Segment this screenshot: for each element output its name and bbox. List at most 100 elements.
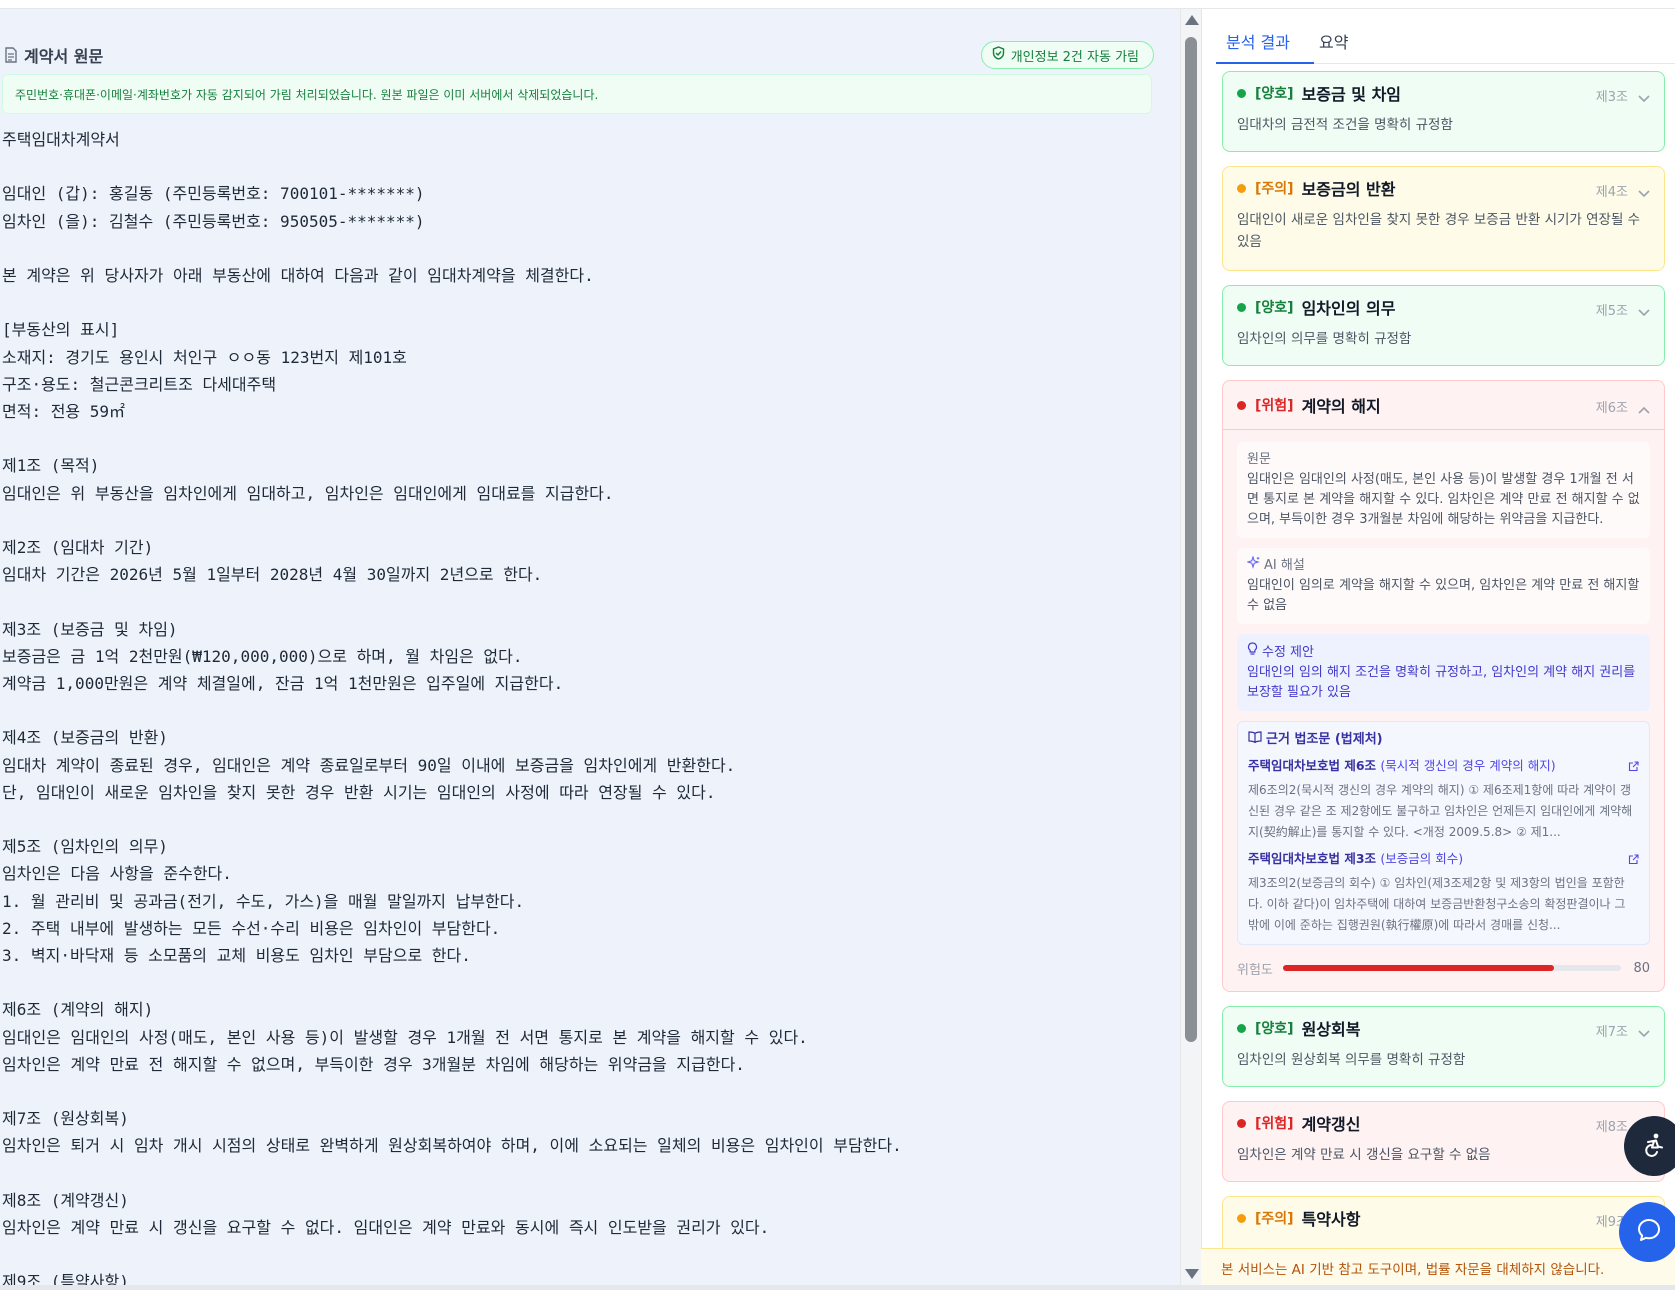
contract-blank-line bbox=[2, 1241, 1162, 1268]
contract-line: 제7조 (원상회복) bbox=[2, 1109, 129, 1129]
article-number: 제4조 bbox=[1595, 185, 1628, 200]
clause-card-6[interactable]: [위험] 계약의 해지 제6조 원문 임대인은 임대인의 사정(매도, 본인 사… bbox=[1222, 380, 1665, 992]
scroll-up-arrow-icon[interactable] bbox=[1185, 15, 1199, 25]
chat-icon bbox=[1636, 1217, 1662, 1247]
sparkle-icon bbox=[1246, 555, 1260, 576]
law-body: 제6조의2(묵시적 갱신의 경우 계약의 해지) ① 제6조제1항에 따라 계약… bbox=[1248, 783, 1633, 839]
bottom-bar bbox=[0, 1285, 1675, 1290]
article-number: 제3조 bbox=[1595, 90, 1628, 105]
clause-card-header[interactable]: [양호] 보증금 및 차임 제3조 bbox=[1223, 72, 1664, 114]
law-name[interactable]: 주택임대차보호법 제3조 bbox=[1248, 851, 1376, 866]
clause-title: 보증금의 반환 bbox=[1301, 180, 1396, 199]
contract-line: 단, 임대인이 새로운 임차인을 찾지 못한 경우 반환 시기는 임대인의 사정… bbox=[2, 782, 716, 802]
risk-bar bbox=[1282, 965, 1622, 971]
original-text: 임대인은 임대인의 사정(매도, 본인 사용 등)이 발생할 경우 1개월 전 … bbox=[1247, 472, 1640, 527]
clause-description: 임대차의 금전적 조건을 명확히 규정함 bbox=[1237, 117, 1453, 133]
risk-bar-fill bbox=[1282, 965, 1554, 971]
contract-scrollbar[interactable] bbox=[1180, 9, 1201, 1285]
status-dot bbox=[1237, 1023, 1246, 1033]
tab-summary[interactable]: 요약 bbox=[1319, 29, 1348, 53]
clause-card-7[interactable]: [양호] 원상회복 제7조 임차인의 원상회복 의무를 명확히 규정함 bbox=[1222, 1006, 1665, 1087]
accessibility-button[interactable] bbox=[1624, 1116, 1675, 1176]
suggestion-text: 임대인의 임의 해지 조건을 명확히 규정하고, 임차인의 계약 해지 권리를 … bbox=[1247, 665, 1636, 700]
clause-card-8[interactable]: [위험] 계약갱신 제8조 임차인은 계약 만료 시 갱신을 요구할 수 없음 bbox=[1222, 1101, 1665, 1182]
ai-label: AI 해설 bbox=[1246, 555, 1640, 576]
risk-score: 위험도 80 bbox=[1237, 955, 1650, 981]
original-text-box: 원문 임대인은 임대인의 사정(매도, 본인 사용 등)이 발생할 경우 1개월… bbox=[1237, 442, 1650, 538]
chevron-up-icon[interactable] bbox=[1638, 399, 1650, 418]
suggestion-label: 수정 제안 bbox=[1247, 642, 1640, 663]
contract-line: 2. 주택 내부에 발생하는 모든 수선·수리 비용은 임차인이 부담한다. bbox=[2, 918, 501, 938]
clause-card-header[interactable]: [위험] 계약갱신 제8조 bbox=[1223, 1102, 1664, 1144]
external-link-icon[interactable] bbox=[1628, 758, 1639, 778]
status-tag: [양호] bbox=[1255, 1021, 1294, 1037]
document-icon bbox=[4, 47, 18, 63]
clause-description: 임대인이 새로운 임차인을 찾지 못한 경우 보증금 반환 시기가 연장될 수 … bbox=[1237, 212, 1641, 250]
contract-text: 주택임대차계약서임대인 (갑): 홍길동 (주민등록번호: 700101-***… bbox=[2, 126, 1162, 1285]
law-item[interactable]: 주택임대차보호법 제3조 (보증금의 회수) 제3조의2(보증금의 회수) ① … bbox=[1248, 849, 1639, 936]
contract-line: 1. 월 관리비 및 공과금(전기, 수도, 가스)을 매월 말일까지 납부한다… bbox=[2, 891, 525, 911]
clause-card-header[interactable]: [주의] 보증금의 반환 제4조 bbox=[1223, 167, 1664, 209]
status-tag: [주의] bbox=[1255, 1211, 1294, 1227]
contract-line: 제3조 (보증금 및 차임) bbox=[2, 619, 178, 639]
scroll-thumb[interactable] bbox=[1185, 37, 1197, 1042]
clause-title: 계약갱신 bbox=[1301, 1115, 1361, 1134]
document-title-text: 계약서 원문 bbox=[24, 47, 104, 66]
scroll-down-arrow-icon[interactable] bbox=[1185, 1269, 1199, 1279]
law-item[interactable]: 주택임대차보호법 제6조 (묵시적 갱신의 경우 계약의 해지) 제6조의2(묵… bbox=[1248, 756, 1639, 843]
clause-card-header[interactable]: [양호] 원상회복 제7조 bbox=[1223, 1007, 1664, 1049]
status-dot bbox=[1237, 1118, 1246, 1128]
chevron-down-icon[interactable] bbox=[1638, 1023, 1650, 1042]
legal-basis-box: 근거 법조문 (법제처) 주택임대차보호법 제6조 (묵시적 갱신의 경우 계약… bbox=[1237, 721, 1650, 945]
contract-line: 임차인 (을): 김철수 (주민등록번호: 950505-*******) bbox=[2, 211, 425, 231]
active-tab-indicator bbox=[1216, 62, 1314, 64]
suggestion-box: 수정 제안 임대인의 임의 해지 조건을 명확히 규정하고, 임차인의 계약 해… bbox=[1237, 634, 1650, 711]
contract-pane: 계약서 원문 개인정보 2건 자동 가림 주민번호·휴대폰·이메일·계좌번호가 … bbox=[0, 9, 1201, 1285]
clause-card-4[interactable]: [주의] 보증금의 반환 제4조 임대인이 새로운 임차인을 찾지 못한 경우 … bbox=[1222, 166, 1665, 271]
contract-blank-line bbox=[2, 425, 1162, 452]
chevron-down-icon[interactable] bbox=[1638, 302, 1650, 321]
clause-list: [양호] 보증금 및 차임 제3조 임대차의 금전적 조건을 명확히 규정함 [… bbox=[1222, 71, 1665, 1285]
risk-value: 80 bbox=[1633, 960, 1650, 976]
contract-line: 주택임대차계약서 bbox=[2, 130, 120, 149]
article-number: 제5조 bbox=[1595, 304, 1628, 319]
contract-line: 제2조 (임대차 기간) bbox=[2, 537, 154, 557]
clause-description: 임차인의 원상회복 의무를 명확히 규정함 bbox=[1237, 1052, 1466, 1068]
contract-blank-line bbox=[2, 588, 1162, 615]
clause-title: 원상회복 bbox=[1301, 1020, 1361, 1039]
clause-card-header[interactable]: [주의] 특약사항 제9조 bbox=[1223, 1197, 1664, 1239]
shield-check-icon bbox=[992, 46, 1005, 64]
law-title[interactable]: 주택임대차보호법 제3조 (보증금의 회수) bbox=[1248, 849, 1639, 869]
contract-blank-line bbox=[2, 235, 1162, 262]
status-dot bbox=[1237, 183, 1246, 193]
law-subtitle: (보증금의 회수) bbox=[1380, 851, 1464, 866]
external-link-icon[interactable] bbox=[1628, 851, 1639, 871]
book-icon bbox=[1248, 730, 1262, 750]
clause-card-5[interactable]: [양호] 임차인의 의무 제5조 임차인의 의무를 명확히 규정함 bbox=[1222, 285, 1665, 366]
contract-blank-line bbox=[2, 1160, 1162, 1187]
document-header: 계약서 원문 개인정보 2건 자동 가림 bbox=[4, 33, 1154, 77]
contract-blank-line bbox=[2, 806, 1162, 833]
contract-line: 임대인 (갑): 홍길동 (주민등록번호: 700101-*******) bbox=[2, 184, 425, 204]
law-title[interactable]: 주택임대차보호법 제6조 (묵시적 갱신의 경우 계약의 해지) bbox=[1248, 756, 1639, 776]
status-dot bbox=[1237, 1213, 1246, 1223]
risk-label: 위험도 bbox=[1237, 962, 1273, 978]
contract-blank-line bbox=[2, 697, 1162, 724]
contract-line: 제6조 (계약의 해지) bbox=[2, 1000, 154, 1020]
contract-line: [부동산의 표시] bbox=[2, 320, 120, 340]
chat-button[interactable] bbox=[1619, 1202, 1675, 1262]
chevron-down-icon[interactable] bbox=[1638, 88, 1650, 107]
clause-card-header[interactable]: [위험] 계약의 해지 제6조 bbox=[1223, 381, 1664, 429]
clause-detail: 원문 임대인은 임대인의 사정(매도, 본인 사용 등)이 발생할 경우 1개월… bbox=[1223, 429, 1664, 991]
tab-analysis[interactable]: 분석 결과 bbox=[1226, 29, 1290, 53]
chevron-down-icon[interactable] bbox=[1638, 183, 1650, 202]
document-title: 계약서 원문 bbox=[4, 43, 103, 67]
status-tag: [양호] bbox=[1255, 300, 1294, 316]
contract-line: 3. 벽지·바닥재 등 소모품의 교체 비용도 임차인 부담으로 한다. bbox=[2, 945, 471, 965]
law-name[interactable]: 주택임대차보호법 제6조 bbox=[1248, 758, 1376, 773]
clause-card-3[interactable]: [양호] 보증금 및 차임 제3조 임대차의 금전적 조건을 명확히 규정함 bbox=[1222, 71, 1665, 152]
ai-label-text: AI 해설 bbox=[1264, 558, 1305, 573]
status-tag: [양호] bbox=[1255, 86, 1294, 102]
clause-card-header[interactable]: [양호] 임차인의 의무 제5조 bbox=[1223, 286, 1664, 328]
contract-line: 임대인은 임대인의 사정(매도, 본인 사용 등)이 발생할 경우 1개월 전 … bbox=[2, 1027, 808, 1047]
